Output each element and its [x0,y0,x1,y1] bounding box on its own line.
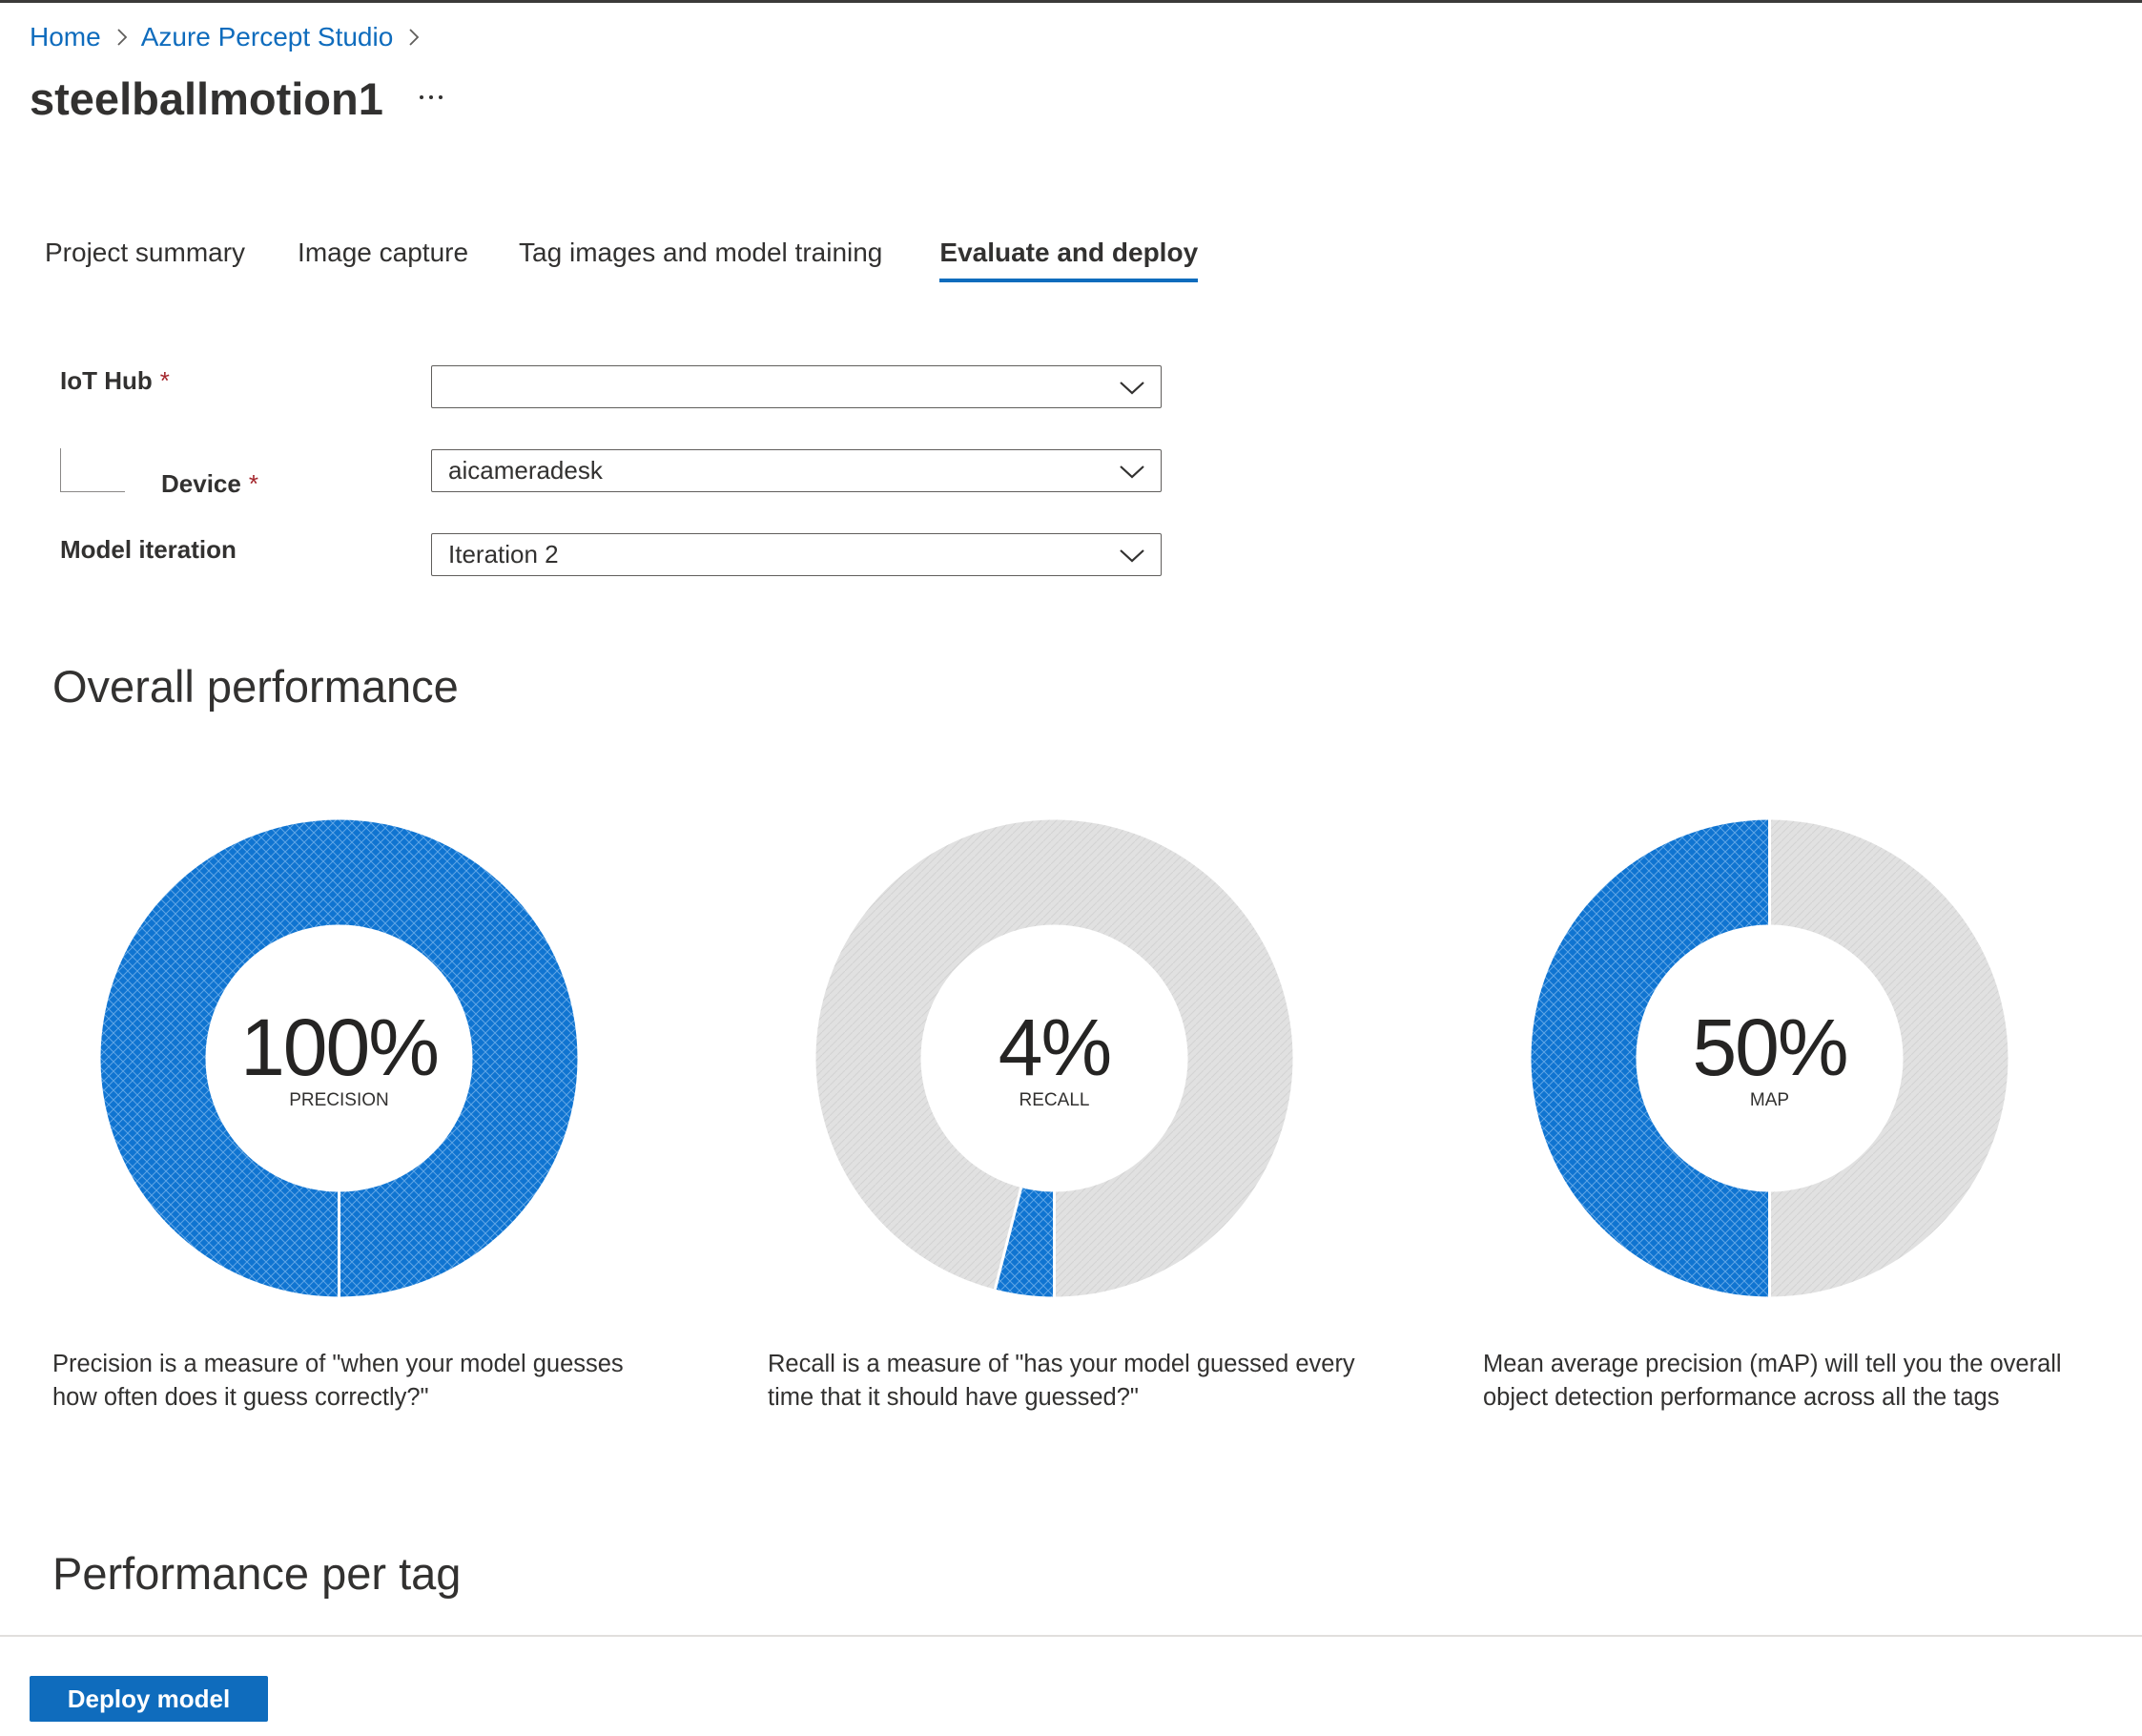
breadcrumb-azure-percept-studio[interactable]: Azure Percept Studio [141,22,394,52]
tab-image-capture[interactable]: Image capture [298,227,468,288]
map-donut-remaining-segment [1769,819,2008,1297]
map-donut-filled-segment [1531,819,1770,1297]
chevron-down-icon [1120,465,1144,479]
iot-hub-dropdown[interactable] [431,365,1162,408]
tab-bar: Project summary Image capture Tag images… [45,227,1198,288]
device-label-text: Device [161,469,241,498]
precision-donut-svg [100,819,578,1297]
map-donut-svg [1531,819,2008,1297]
chevron-down-icon [1120,382,1144,395]
iot-hub-label: IoT Hub * [60,366,170,396]
tab-evaluate-and-deploy[interactable]: Evaluate and deploy [939,227,1198,288]
more-options-button[interactable] [414,80,448,114]
tree-connector-line [60,448,125,492]
required-marker: * [159,366,170,395]
recall-donut-svg [815,819,1293,1297]
model-iteration-dropdown-value: Iteration 2 [448,540,559,568]
precision-donut-chart: 100% PRECISION [99,818,579,1298]
tab-project-summary[interactable]: Project summary [45,227,245,288]
map-description: Mean average precision (mAP) will tell y… [1483,1351,2062,1411]
tab-tag-images-and-model-training[interactable]: Tag images and model training [519,227,882,288]
more-icon [420,95,443,99]
model-iteration-dropdown[interactable]: Iteration 2 [431,533,1162,576]
device-label: Device * [161,469,258,499]
performance-per-tag-heading: Performance per tag [52,1548,462,1599]
recall-description: Recall is a measure of "has your model g… [768,1351,1355,1411]
iot-hub-label-text: IoT Hub [60,366,153,395]
overall-performance-heading: Overall performance [52,661,459,712]
chevron-right-icon [116,28,128,47]
device-dropdown-value: aicameradesk [448,456,603,485]
breadcrumb: Home Azure Percept Studio [30,19,433,55]
deploy-model-button[interactable]: Deploy model [30,1676,268,1722]
device-dropdown[interactable]: aicameradesk [431,449,1162,492]
model-iteration-label: Model iteration [60,535,237,564]
recall-donut-chart: 4% RECALL [814,818,1294,1298]
map-donut-chart: 50% MAP [1530,818,2009,1298]
window-top-border [0,0,2142,3]
chevron-right-icon [408,28,420,47]
chevron-down-icon [1120,549,1144,563]
precision-description: Precision is a measure of "when your mod… [52,1351,624,1411]
footer-divider [0,1635,2142,1637]
breadcrumb-home[interactable]: Home [30,22,101,52]
required-marker: * [248,469,258,498]
page-title: steelballmotion1 [30,73,383,124]
